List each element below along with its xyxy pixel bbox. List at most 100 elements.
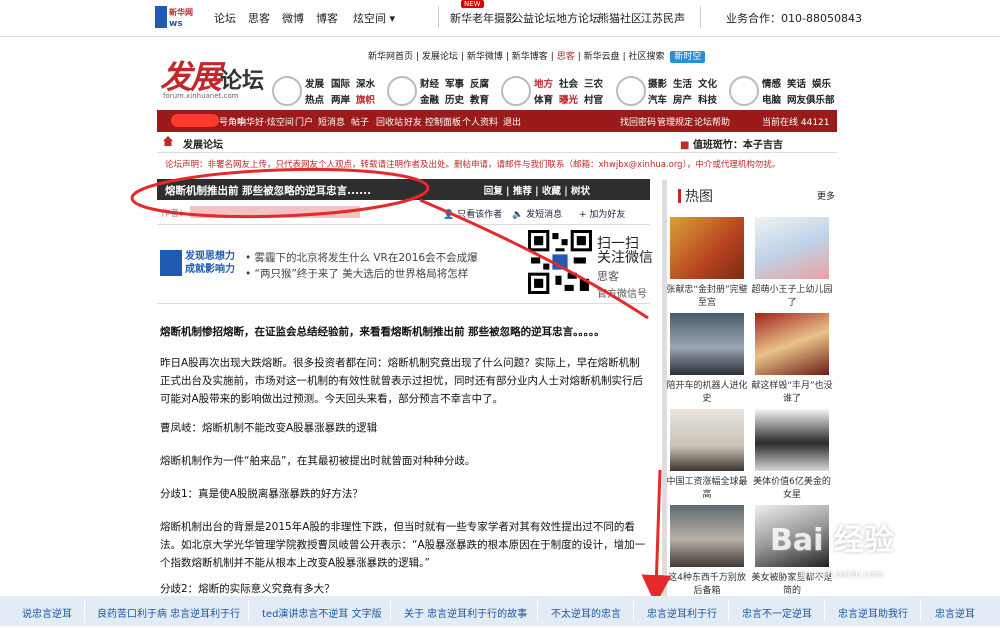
nav-link-boke[interactable]: 博客 <box>316 10 338 26</box>
toolbar-link[interactable]: 回收站 <box>376 115 403 128</box>
hot-caption[interactable]: 超萌小王子上幼儿园了 <box>751 284 833 310</box>
nav-link-difang[interactable]: 地方论坛 <box>556 10 600 26</box>
hot-image[interactable] <box>755 313 829 375</box>
channel-link[interactable]: 电脑 <box>762 92 781 106</box>
site-link[interactable]: 新华云盘 <box>584 52 620 62</box>
toolbar-link[interactable]: 帖子 <box>351 115 369 128</box>
channel-link[interactable]: 财经 <box>420 76 439 90</box>
toolbar-link[interactable]: 论坛帮助 <box>694 115 730 128</box>
channel-link[interactable]: 村官 <box>584 92 603 106</box>
site-link[interactable]: 社区搜索 <box>629 52 665 62</box>
send-message-link[interactable]: 🔈 发短消息 <box>512 207 562 220</box>
channel-link[interactable]: 社会 <box>559 76 578 90</box>
site-link[interactable]: 思客 <box>557 52 575 62</box>
channel-link[interactable]: 摄影 <box>648 76 667 90</box>
logo-text: 新华网 <box>169 7 193 17</box>
channel-link[interactable]: 生活 <box>673 76 692 90</box>
hot-image[interactable] <box>755 409 829 471</box>
toolbar-link[interactable]: 好友 <box>404 115 422 128</box>
related-tag[interactable]: 忠言逆耳 <box>935 605 975 620</box>
channel-link[interactable]: 情感 <box>762 76 781 90</box>
hot-image[interactable] <box>670 217 744 279</box>
channel-link[interactable]: 深水 <box>356 76 375 90</box>
channel-link[interactable]: 两岸 <box>331 92 350 106</box>
channel-link[interactable]: 网友俱乐部 <box>787 92 835 106</box>
article-paragraph: 熔断机制出台的背景是2015年A股的非理性下跌，但当时就有一些专家学者对其有效性… <box>160 521 646 569</box>
divider <box>390 601 391 621</box>
channel-link[interactable]: 汽车 <box>648 92 667 106</box>
channel-link[interactable]: 文化 <box>698 76 717 90</box>
toolbar-link[interactable]: 门户 <box>295 115 313 128</box>
hot-image[interactable] <box>670 409 744 471</box>
channel-link[interactable]: 地方 <box>534 76 553 90</box>
nav-link-sike[interactable]: 思客 <box>248 10 270 26</box>
channel-link[interactable]: 房产 <box>673 92 692 106</box>
hot-caption[interactable]: 美体价值6亿美金的女星 <box>751 476 833 502</box>
channel-link[interactable]: 科技 <box>698 92 717 106</box>
hot-caption[interactable]: 这4种东西千万别放后备箱 <box>666 572 748 596</box>
related-tag[interactable]: ted演讲忠言不逆耳 文字版 <box>262 605 382 620</box>
nav-link-laonian[interactable]: 新华老年摄影 <box>450 10 516 26</box>
article-paragraph: 分歧2：熔断的实际意义究竟有多大？ <box>160 583 335 594</box>
toolbar-link[interactable]: 控制面板 <box>425 115 461 128</box>
channel-link[interactable]: 旗帜 <box>356 92 375 106</box>
channel-link[interactable]: 体育 <box>534 92 553 106</box>
nav-link-weibo[interactable]: 微博 <box>282 10 304 26</box>
hot-caption[interactable]: 陪开车的机器人进化史 <box>666 380 748 406</box>
nav-link-xuankongjian[interactable]: 炫空间 ▾ <box>353 10 395 26</box>
home-icon[interactable] <box>163 136 173 146</box>
hot-image[interactable] <box>670 505 744 567</box>
related-tag[interactable]: 忠言逆耳助我行 <box>838 605 908 620</box>
more-link[interactable]: 更多 <box>817 189 835 202</box>
nav-link-jiangsu[interactable]: 江苏民声 <box>641 10 685 26</box>
toolbar-link[interactable]: 找回密码 <box>620 115 656 128</box>
site-link[interactable]: 新华微博 <box>467 52 503 62</box>
channel-link[interactable]: 金融 <box>420 92 439 106</box>
channel-link[interactable]: 笑话 <box>787 76 806 90</box>
toolbar-link[interactable]: 退出 <box>503 115 521 128</box>
toolbar-link[interactable]: 管理规定 <box>657 115 693 128</box>
redacted-username <box>171 114 219 127</box>
add-friend-link[interactable]: + 加为好友 <box>579 207 625 220</box>
site-link[interactable]: 新华网首页 <box>368 52 413 62</box>
related-tag[interactable]: 忠言逆耳利于行 <box>647 605 717 620</box>
related-tag[interactable]: 忠言不一定逆耳 <box>742 605 812 620</box>
xinhua-logo[interactable]: 新华网 ws <box>155 4 193 30</box>
channel-link[interactable]: 军事 <box>445 76 464 90</box>
site-link[interactable]: 新华博客 <box>512 52 548 62</box>
channel-link[interactable]: 三农 <box>584 76 603 90</box>
channel-link[interactable]: 国际 <box>331 76 350 90</box>
hot-image[interactable] <box>755 217 829 279</box>
related-tag[interactable]: 良药苦口利于病 忠言逆耳利于行 <box>97 605 240 620</box>
sike-promo-logo[interactable]: 发现思想力 成就影响力 <box>160 250 238 278</box>
related-tag[interactable]: 不太逆耳的忠言 <box>551 605 621 620</box>
toolbar-link[interactable]: 中华好·炫空间 <box>237 115 294 128</box>
channel-link[interactable]: 发展 <box>305 76 324 90</box>
channel-link[interactable]: 娱乐 <box>812 76 831 90</box>
breadcrumb[interactable]: 发展论坛 <box>183 136 223 151</box>
channel-link[interactable]: 教育 <box>470 92 489 106</box>
hot-image[interactable] <box>670 313 744 375</box>
article-intro: 熔断机制惨招熔断，在证监会总结经验前，来看看熔断机制推出前 那些被忽略的逆耳忠言… <box>160 326 605 338</box>
hot-caption[interactable]: 献这样毁“丰月”也没谁了 <box>751 380 833 406</box>
site-link[interactable]: 发展论坛 <box>422 52 458 62</box>
channel-link[interactable]: 热点 <box>305 92 324 106</box>
promo-link[interactable]: • 雾霾下的北京将发生什么 VR在2016会不会成爆 <box>245 250 478 265</box>
toolbar-link[interactable]: 个人资料 <box>462 115 498 128</box>
post-actions[interactable]: 回复 | 推荐 | 收藏 | 树状 <box>484 183 590 197</box>
channel-link[interactable]: 反腐 <box>470 76 489 90</box>
hot-caption[interactable]: 中国工资涨幅全球最高 <box>666 476 748 502</box>
contact-info: 业务合作：010-88050843 <box>726 12 862 25</box>
channel-link[interactable]: 历史 <box>445 92 464 106</box>
toolbar-link[interactable]: 短消息 <box>318 115 345 128</box>
related-tag[interactable]: 说忠言逆耳 <box>22 605 72 620</box>
nav-link-luntan[interactable]: 论坛 <box>214 10 236 26</box>
channel-link[interactable]: 曝光 <box>559 92 578 106</box>
promo-link[interactable]: • “两只猴”终于来了 美大选后的世界格局将怎样 <box>245 266 468 281</box>
hot-caption[interactable]: 张献忠“金封册”完璧至宫 <box>666 284 748 310</box>
related-tag[interactable]: 关于 忠言逆耳利于行的故事 <box>404 605 527 620</box>
xinshikong-badge[interactable]: 新时空 <box>670 51 706 63</box>
nav-link-gongyi[interactable]: 公益论坛 <box>512 10 556 26</box>
nav-link-xiongmao[interactable]: 熊猫社区 <box>598 10 642 26</box>
only-author-link[interactable]: 👤 只看该作者 <box>443 207 502 220</box>
